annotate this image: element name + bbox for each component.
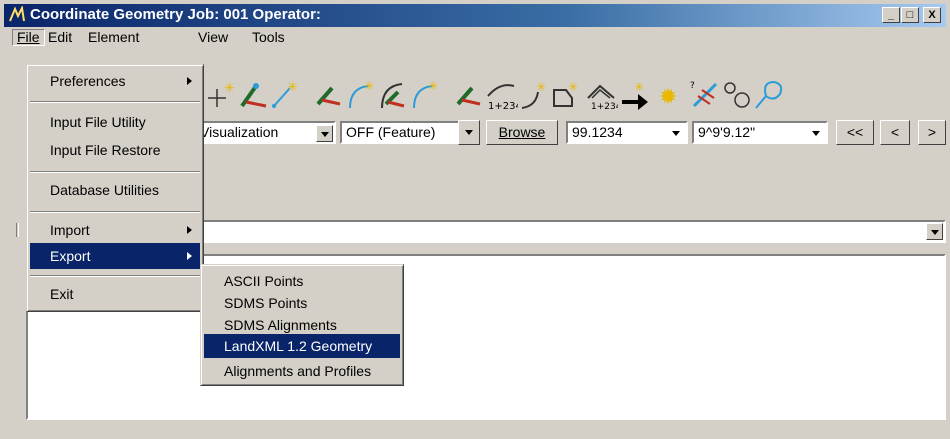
line-point-icon[interactable]: [236, 78, 270, 112]
application-window: Coordinate Geometry Job: 001 Operator: _…: [0, 0, 950, 439]
arrow-star-icon[interactable]: ✳: [618, 78, 652, 112]
svg-text:?: ?: [690, 81, 695, 91]
toolbar-grip[interactable]: [16, 223, 19, 237]
visualization-select[interactable]: Visualization: [194, 121, 336, 144]
command-input[interactable]: [200, 220, 946, 243]
app-icon: [9, 6, 25, 22]
svg-text:✳: ✳: [568, 80, 578, 94]
previous-button[interactable]: <: [880, 120, 910, 145]
svg-text:✳: ✳: [536, 80, 546, 94]
arc-point-icon-2[interactable]: [452, 78, 486, 112]
chevron-down-icon[interactable]: [668, 125, 685, 142]
arc-point-icon[interactable]: [312, 78, 346, 112]
circles-icon[interactable]: [720, 78, 754, 112]
line-star-icon[interactable]: ✳: [268, 78, 302, 112]
menu-tools[interactable]: Tools: [248, 29, 289, 46]
svg-text:✹: ✹: [659, 85, 677, 110]
close-button[interactable]: X: [923, 7, 941, 23]
feature-mode-dropdown-button[interactable]: [458, 120, 480, 145]
menu-edit[interactable]: Edit: [44, 29, 76, 46]
menu-separator: [30, 211, 200, 213]
menu-item-input-file-restore[interactable]: Input File Restore: [30, 137, 200, 163]
menu-separator: [30, 101, 200, 103]
crossed-line-icon[interactable]: ?: [688, 78, 722, 112]
station-curve-icon[interactable]: 1+234: [484, 78, 518, 112]
menu-separator: [30, 275, 200, 277]
polygon-star-icon[interactable]: ✳: [550, 78, 584, 112]
sunburst-icon[interactable]: ✹: [652, 78, 686, 112]
minimize-button[interactable]: _: [882, 7, 900, 23]
menu-element[interactable]: Element: [84, 29, 143, 46]
station-hump-icon[interactable]: 1+234: [584, 78, 618, 112]
menu-view[interactable]: View: [194, 29, 232, 46]
point-star-icon[interactable]: ✳: [204, 78, 238, 112]
chevron-down-icon[interactable]: [316, 125, 333, 142]
svg-text:✳: ✳: [428, 79, 438, 93]
first-button[interactable]: <<: [836, 120, 874, 145]
arc-curve-icon[interactable]: [376, 78, 410, 112]
curve-star-icon-2[interactable]: ✳: [408, 78, 442, 112]
browse-button[interactable]: Browse: [486, 120, 558, 145]
next-button[interactable]: >: [918, 120, 946, 145]
chevron-right-icon: [187, 252, 192, 260]
menu-item-landxml-geometry[interactable]: LandXML 1.2 Geometry: [204, 334, 400, 358]
menu-item-preferences[interactable]: Preferences: [30, 68, 200, 94]
tool-palette: ✳ ✳ ✳ ✳ 1+23 ✳ ✳ 1+23 ✳ ✹ ?: [200, 78, 946, 114]
feature-mode-select[interactable]: OFF (Feature): [340, 121, 476, 144]
title-bar[interactable]: Coordinate Geometry Job: 001 Operator: _…: [4, 4, 946, 27]
menu-item-input-file-utility[interactable]: Input File Utility: [30, 109, 200, 135]
file-menu: Preferences Input File Utility Input Fil…: [26, 64, 204, 312]
svg-text:✳: ✳: [364, 79, 374, 93]
window-title: Coordinate Geometry Job: 001 Operator:: [30, 6, 321, 23]
svg-text:✳: ✳: [224, 81, 235, 96]
menu-item-exit[interactable]: Exit: [30, 281, 200, 307]
distance-select[interactable]: 99.1234: [566, 121, 688, 144]
svg-text:1+234: 1+234: [488, 101, 518, 112]
menu-separator: [30, 171, 200, 173]
curve-star-icon[interactable]: ✳: [344, 78, 378, 112]
menu-item-import[interactable]: Import: [30, 217, 200, 243]
menu-item-alignments-profiles[interactable]: Alignments and Profiles: [204, 358, 400, 384]
loop-icon[interactable]: [752, 78, 786, 112]
chevron-down-icon[interactable]: [926, 223, 943, 240]
svg-text:✳: ✳: [634, 80, 644, 94]
menu-bar: File Edit Element View Tools: [4, 27, 946, 47]
angle-select[interactable]: 9^9'9.12": [692, 121, 828, 144]
svg-text:✳: ✳: [287, 80, 298, 95]
chevron-down-icon[interactable]: [808, 125, 825, 142]
chevron-down-icon: [461, 124, 478, 141]
svg-text:1+234: 1+234: [591, 102, 618, 112]
export-submenu: ASCII Points SDMS Points SDMS Alignments…: [200, 264, 404, 386]
chevron-right-icon: [187, 77, 192, 85]
chevron-right-icon: [187, 226, 192, 234]
menu-item-database-utilities[interactable]: Database Utilities: [30, 177, 200, 203]
spiral-star-icon[interactable]: ✳: [518, 78, 552, 112]
menu-item-export[interactable]: Export: [30, 243, 200, 269]
maximize-button[interactable]: □: [901, 7, 919, 23]
menu-file[interactable]: File: [12, 29, 45, 46]
